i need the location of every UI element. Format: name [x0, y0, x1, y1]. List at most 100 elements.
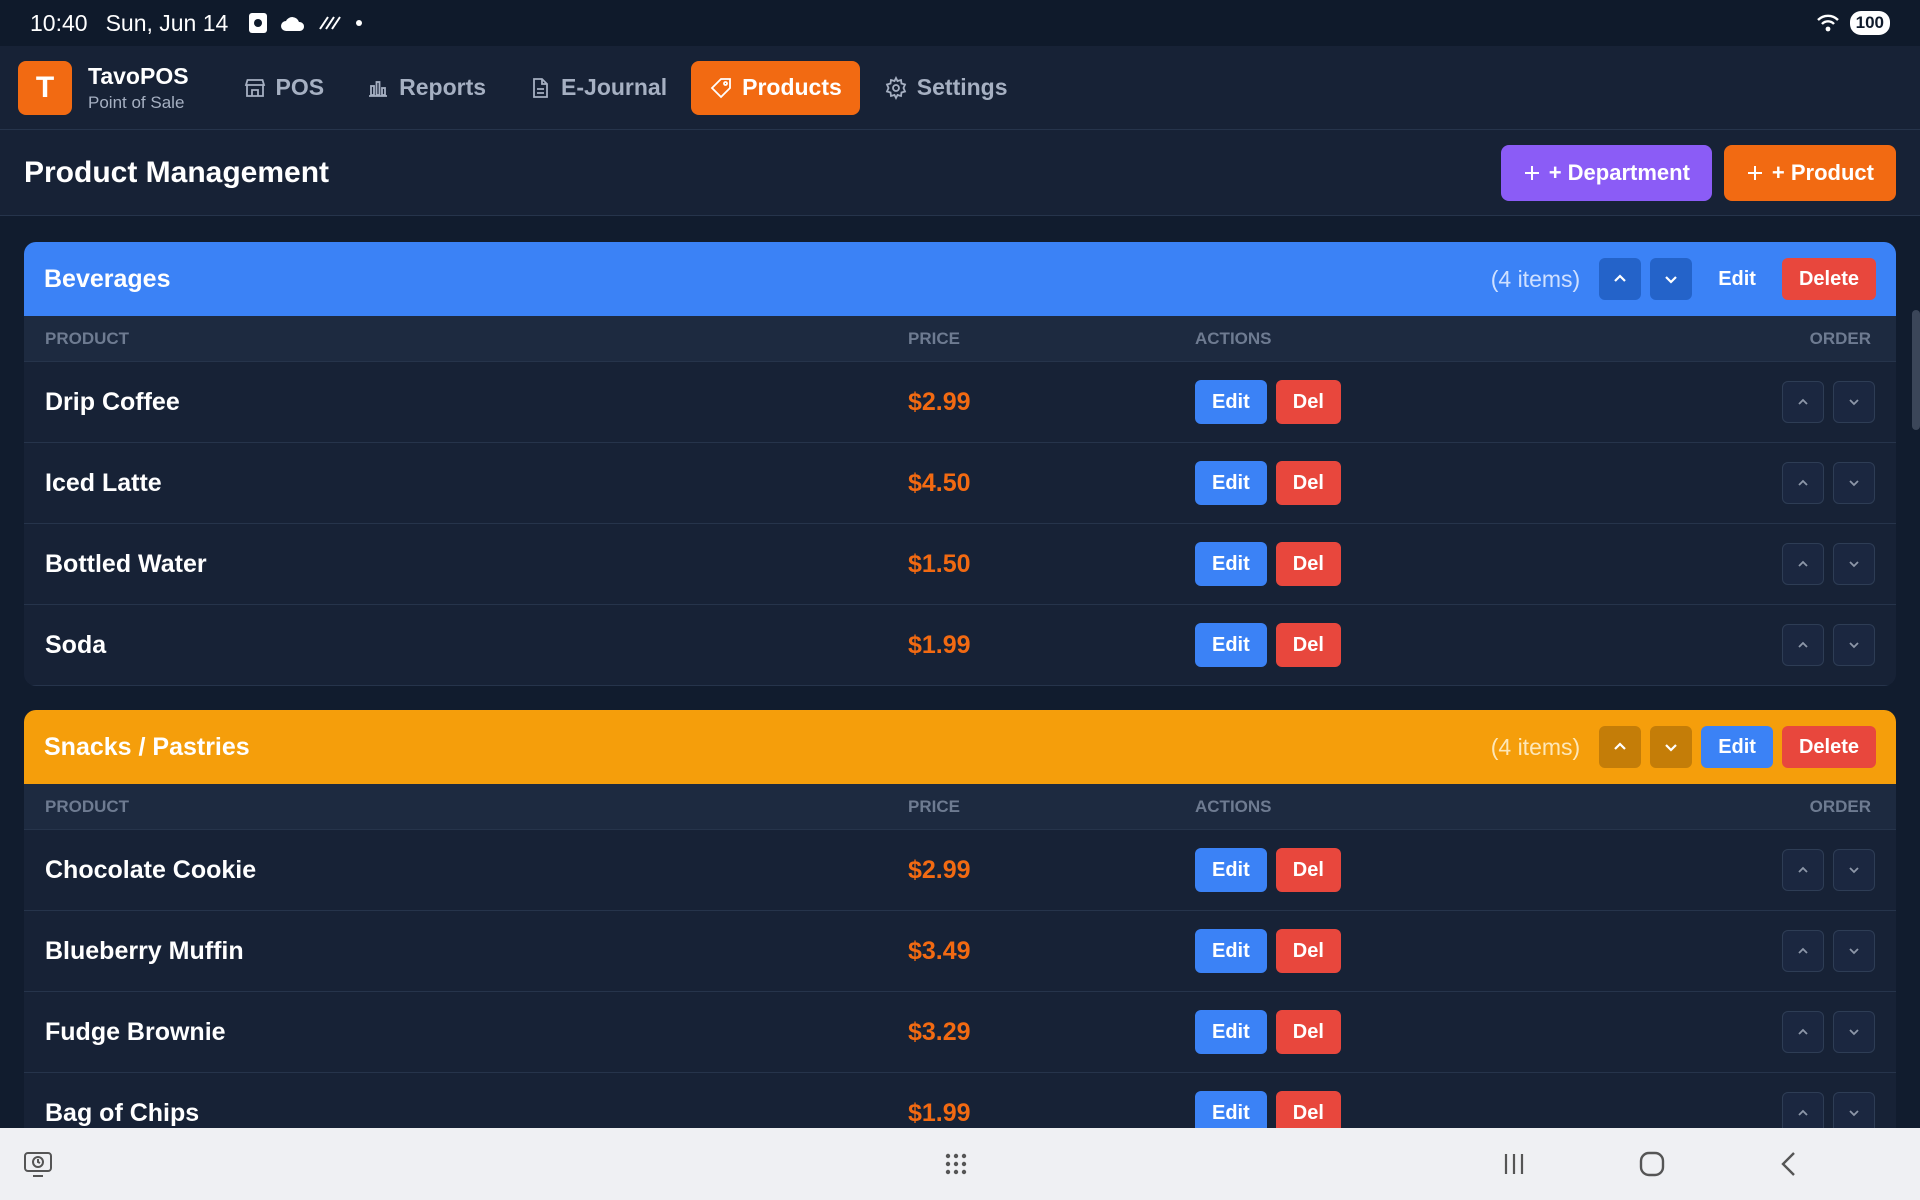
plus-icon — [1524, 165, 1539, 180]
department-name: Snacks / Pastries — [44, 732, 250, 761]
edit-product-button[interactable]: Edit — [1195, 542, 1267, 586]
nav-e-journal[interactable]: E-Journal — [510, 61, 685, 115]
product-name: Iced Latte — [45, 468, 162, 497]
delete-product-button[interactable]: Del — [1275, 542, 1341, 586]
home-icon — [1639, 1151, 1665, 1177]
product-price: $1.50 — [908, 549, 971, 578]
table-header: PRODUCT PRICE ACTIONS ORDER — [24, 316, 1896, 362]
move-product-down-button[interactable] — [1833, 1011, 1875, 1053]
chevron-down-icon — [1849, 1110, 1859, 1117]
plus-icon — [1747, 165, 1762, 180]
product-name: Chocolate Cookie — [45, 855, 257, 884]
move-product-up-button[interactable] — [1782, 462, 1824, 504]
product-name: Bottled Water — [45, 549, 207, 578]
chevron-down-icon — [1849, 561, 1859, 568]
move-product-down-button[interactable] — [1833, 624, 1875, 666]
move-department-up-button[interactable] — [1599, 258, 1642, 300]
product-price: $2.99 — [908, 387, 971, 416]
document-icon — [533, 77, 548, 98]
product-name: Soda — [45, 630, 107, 659]
move-product-up-button[interactable] — [1782, 1011, 1824, 1053]
table-header: PRODUCT PRICE ACTIONS ORDER — [24, 784, 1896, 830]
table-row: Blueberry Muffin $3.49 Edit Del — [24, 911, 1896, 992]
nav-e-journal-label: E-Journal — [561, 74, 668, 100]
status-bar: 10:40 Sun, Jun 14 100 — [0, 0, 1920, 46]
edit-product-button[interactable]: Edit — [1195, 380, 1267, 424]
nav-settings[interactable]: Settings — [866, 61, 1026, 115]
product-price: $2.99 — [908, 855, 971, 884]
move-product-down-button[interactable] — [1833, 543, 1875, 585]
grid-dots-icon — [945, 1153, 967, 1175]
nav-reports[interactable]: Reports — [348, 61, 504, 115]
move-product-down-button[interactable] — [1833, 930, 1875, 972]
chevron-up-icon — [1798, 479, 1808, 486]
column-price: PRICE — [908, 796, 960, 816]
move-department-down-button[interactable] — [1650, 258, 1693, 300]
delete-product-button[interactable]: Del — [1275, 848, 1341, 892]
add-product-button[interactable]: + Product — [1723, 144, 1896, 201]
column-order: ORDER — [1809, 796, 1871, 816]
nav-products[interactable]: Products — [691, 60, 860, 115]
add-product-label: + Product — [1771, 159, 1874, 185]
tag-icon — [710, 77, 732, 98]
chevron-up-icon — [1798, 1028, 1808, 1035]
add-department-button[interactable]: + Department — [1500, 144, 1712, 201]
delete-department-button[interactable]: Delete — [1781, 258, 1876, 300]
recent-apps-button[interactable] — [1496, 1146, 1532, 1182]
delete-product-button[interactable]: Del — [1275, 623, 1341, 667]
move-department-down-button[interactable] — [1650, 726, 1693, 768]
chevron-up-icon — [1798, 641, 1808, 648]
edit-product-button[interactable]: Edit — [1195, 929, 1267, 973]
cloud-icon — [281, 17, 305, 31]
move-product-down-button[interactable] — [1833, 462, 1875, 504]
delete-product-button[interactable]: Del — [1275, 929, 1341, 973]
chevron-up-icon — [1798, 866, 1808, 873]
move-product-up-button[interactable] — [1782, 930, 1824, 972]
app-subtitle: Point of Sale — [88, 92, 185, 112]
delete-product-button[interactable]: Del — [1275, 461, 1341, 505]
back-button[interactable] — [1772, 1146, 1808, 1182]
chevron-down-icon — [1849, 1029, 1859, 1036]
department-card: Snacks / Pastries (4 items) Edit Delete … — [24, 710, 1896, 1154]
chevron-down-icon — [1849, 867, 1859, 874]
move-product-down-button[interactable] — [1833, 849, 1875, 891]
nav-pos[interactable]: POS — [225, 61, 343, 115]
brand: TavoPOS Point of Sale — [88, 63, 189, 113]
delete-department-button[interactable]: Delete — [1781, 726, 1876, 768]
app-drawer-button[interactable] — [938, 1146, 974, 1182]
battery-level: 100 — [1849, 11, 1890, 35]
column-product: PRODUCT — [45, 796, 130, 816]
wifi-icon — [1816, 14, 1839, 32]
scrollbar[interactable] — [1912, 310, 1920, 430]
delete-product-button[interactable]: Del — [1275, 380, 1341, 424]
product-name: Drip Coffee — [45, 387, 180, 416]
table-row: Iced Latte $4.50 Edit Del — [24, 443, 1896, 524]
edit-department-button[interactable]: Edit — [1701, 258, 1773, 300]
edit-department-button[interactable]: Edit — [1701, 726, 1773, 768]
edit-product-button[interactable]: Edit — [1195, 1010, 1267, 1054]
edit-product-button[interactable]: Edit — [1195, 848, 1267, 892]
recent-screen-button[interactable] — [20, 1146, 56, 1182]
store-icon — [244, 78, 265, 97]
move-department-up-button[interactable] — [1599, 726, 1642, 768]
chevron-down-icon — [1849, 480, 1859, 487]
table-row: Drip Coffee $2.99 Edit Del — [24, 362, 1896, 443]
top-navigation: T TavoPOS Point of Sale POS Reports E-Jo… — [0, 46, 1920, 130]
move-product-up-button[interactable] — [1782, 624, 1824, 666]
move-product-up-button[interactable] — [1782, 849, 1824, 891]
nfc-icon — [319, 16, 342, 30]
edit-product-button[interactable]: Edit — [1195, 461, 1267, 505]
table-row: Fudge Brownie $3.29 Edit Del — [24, 992, 1896, 1073]
chevron-down-icon — [1849, 948, 1859, 955]
move-product-up-button[interactable] — [1782, 381, 1824, 423]
department-item-count: (4 items) — [1490, 733, 1581, 760]
column-order: ORDER — [1809, 328, 1871, 348]
chevron-down-icon — [1849, 399, 1859, 406]
move-product-down-button[interactable] — [1833, 381, 1875, 423]
delete-product-button[interactable]: Del — [1275, 1010, 1341, 1054]
chevron-up-icon — [1798, 947, 1808, 954]
move-product-up-button[interactable] — [1782, 543, 1824, 585]
home-button[interactable] — [1634, 1146, 1670, 1182]
edit-product-button[interactable]: Edit — [1195, 623, 1267, 667]
nav-products-label: Products — [742, 74, 842, 100]
